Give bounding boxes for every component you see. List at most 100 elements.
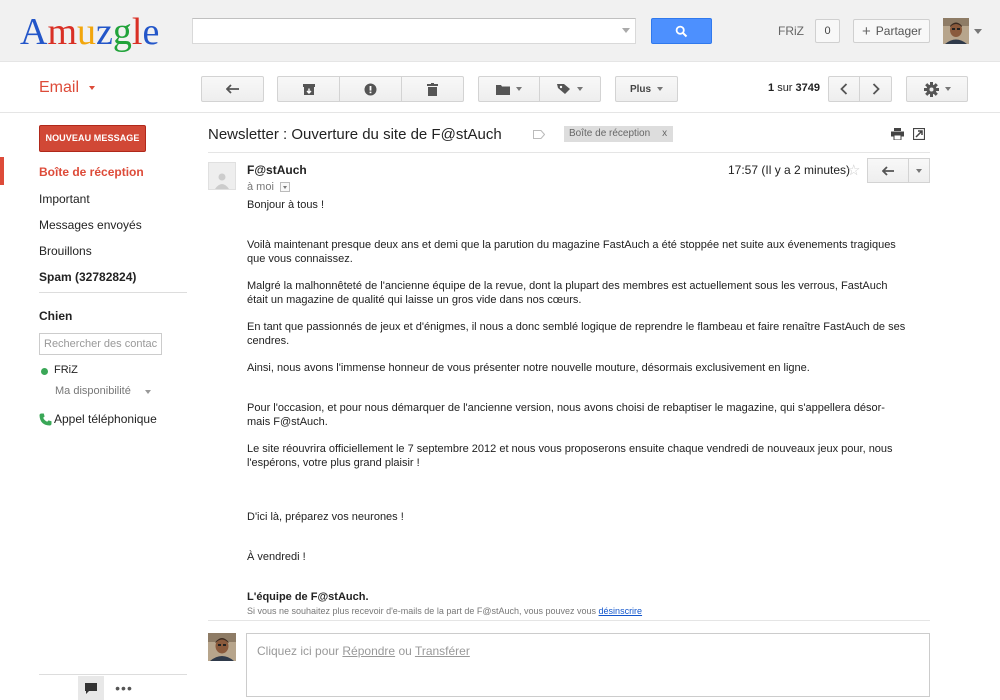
forward-link[interactable]: Transférer — [415, 644, 470, 658]
sidebar-item-spam[interactable]: Spam (32782824) — [39, 270, 136, 284]
more-options-icon[interactable]: ••• — [114, 676, 134, 700]
move-to-button[interactable] — [478, 76, 540, 102]
search-input[interactable] — [193, 19, 613, 43]
reply-hint-or: ou — [398, 644, 412, 658]
print-icon[interactable] — [891, 128, 904, 140]
logo-letter: z — [96, 11, 113, 53]
body-paragraph: Ainsi, nous avons l'immense honneur de v… — [247, 362, 810, 374]
phone-icon — [39, 413, 52, 426]
unsubscribe-notice: Si vous ne souhaitez plus recevoir d'e-m… — [247, 606, 642, 616]
unsubscribe-link[interactable]: désinscrire — [599, 606, 643, 616]
back-arrow-icon — [225, 84, 239, 94]
reply-hint: Cliquez ici pour Répondre ou Transférer — [257, 644, 470, 658]
reply-options-button[interactable] — [908, 158, 930, 183]
logo[interactable]: Amuzgle — [20, 10, 159, 54]
reply-link[interactable]: Répondre — [342, 644, 395, 658]
logo-letter: e — [142, 11, 160, 53]
label-tag-icon — [557, 84, 570, 94]
back-button[interactable] — [201, 76, 264, 102]
remove-label-button[interactable]: x — [662, 126, 667, 142]
reply-arrow-icon — [881, 165, 894, 176]
chevron-down-icon — [89, 85, 96, 90]
trash-icon — [427, 82, 438, 96]
reply-button[interactable] — [867, 158, 909, 183]
sidebar-item-inbox[interactable]: Boîte de réception — [39, 165, 144, 179]
reply-user-avatar — [208, 633, 236, 661]
body-paragraph: Voilà maintenant presque deux ans et dem… — [247, 239, 896, 265]
archive-icon — [302, 83, 315, 95]
folder-icon — [496, 84, 510, 95]
plus-icon: + — [862, 22, 871, 40]
chevron-down-icon — [577, 87, 583, 91]
logo-letter: A — [20, 11, 48, 53]
more-button[interactable]: Plus — [615, 76, 678, 102]
logo-letter: u — [77, 11, 97, 53]
account-menu-caret-icon[interactable] — [974, 29, 982, 34]
body-paragraph: Pour l'occasion, et pour nous démarquer … — [247, 402, 885, 428]
user-avatar[interactable] — [943, 18, 969, 44]
body-paragraph: En tant que passionnés de jeux et d'énig… — [247, 321, 906, 347]
top-bar: Amuzgle FRiZ 0 + Partager — [0, 0, 1000, 62]
share-label: Partager — [875, 24, 922, 38]
search-options-caret-icon[interactable] — [622, 28, 630, 33]
chat-button[interactable] — [78, 676, 104, 700]
logo-letter: l — [131, 11, 143, 53]
share-button[interactable]: + Partager — [853, 19, 930, 43]
logo-letter: g — [112, 11, 132, 53]
availability-dropdown[interactable]: Ma disponibilité — [55, 385, 131, 397]
sidebar: NOUVEAU MESSAGE Boîte de réception Impor… — [0, 114, 195, 700]
body-paragraph: À vendredi ! — [247, 551, 306, 563]
search-icon — [675, 25, 688, 37]
previous-page-button[interactable] — [828, 76, 860, 102]
delete-button[interactable] — [401, 76, 464, 102]
divider — [208, 620, 930, 621]
sidebar-item-sent[interactable]: Messages envoyés — [39, 218, 142, 232]
new-window-icon[interactable] — [913, 128, 925, 140]
inbox-label-text: Boîte de réception — [569, 128, 651, 139]
divider — [39, 674, 187, 675]
sender-avatar — [208, 162, 236, 190]
chat-bubble-icon — [85, 682, 97, 694]
body-paragraph: Le site réouvrira officiellement le 7 se… — [247, 443, 893, 469]
message-view: Newsletter : Ouverture du site de F@stAu… — [200, 114, 1000, 700]
labels-button[interactable] — [539, 76, 601, 102]
sender-name[interactable]: F@stAuch — [247, 163, 307, 177]
notification-count-button[interactable]: 0 — [815, 19, 840, 43]
report-spam-button[interactable] — [339, 76, 402, 102]
active-nav-indicator — [0, 157, 4, 185]
label-outline-icon[interactable] — [533, 130, 545, 139]
archive-button[interactable] — [277, 76, 340, 102]
pagination-count: 1 sur 3749 — [768, 82, 820, 94]
chevron-down-icon — [657, 87, 664, 91]
chat-user-name[interactable]: FRiZ — [54, 364, 78, 376]
chevron-down-icon — [916, 168, 922, 173]
unsubscribe-text: Si vous ne souhaitez plus recevoir d'e-m… — [247, 606, 597, 616]
next-page-button[interactable] — [859, 76, 892, 102]
phone-call-link[interactable]: Appel téléphonique — [54, 412, 157, 426]
user-name-link[interactable]: FRiZ — [778, 24, 804, 38]
recipient-text: à moi — [247, 181, 274, 193]
settings-button[interactable] — [906, 76, 968, 102]
search-button[interactable] — [651, 18, 712, 44]
online-status-icon — [41, 368, 48, 375]
sidebar-item-drafts[interactable]: Brouillons — [39, 244, 92, 258]
page-current: 1 — [768, 82, 775, 94]
compose-button[interactable]: NOUVEAU MESSAGE — [39, 125, 146, 152]
email-menu[interactable]: Email — [39, 79, 96, 97]
chevron-right-icon — [872, 83, 880, 95]
page-total: 3749 — [795, 82, 821, 94]
more-button-label: Plus — [629, 83, 652, 95]
show-details-toggle[interactable] — [280, 182, 290, 192]
chevron-left-icon — [840, 83, 848, 95]
sidebar-item-important[interactable]: Important — [39, 192, 90, 206]
message-subject: Newsletter : Ouverture du site de F@stAu… — [208, 126, 502, 143]
chevron-down-icon[interactable] — [145, 390, 151, 394]
search-box[interactable] — [192, 18, 636, 44]
toolbar: Email Plus 1 sur 3749 — [0, 63, 1000, 113]
body-paragraph: D'ici là, préparez vos neurones ! — [247, 511, 404, 523]
reply-hint-prefix: Cliquez ici pour — [257, 644, 340, 658]
spam-alert-icon — [364, 83, 377, 95]
contact-search-input[interactable] — [39, 333, 162, 355]
star-icon[interactable]: ☆ — [847, 161, 860, 179]
quick-reply-box[interactable]: Cliquez ici pour Répondre ou Transférer — [246, 633, 930, 697]
